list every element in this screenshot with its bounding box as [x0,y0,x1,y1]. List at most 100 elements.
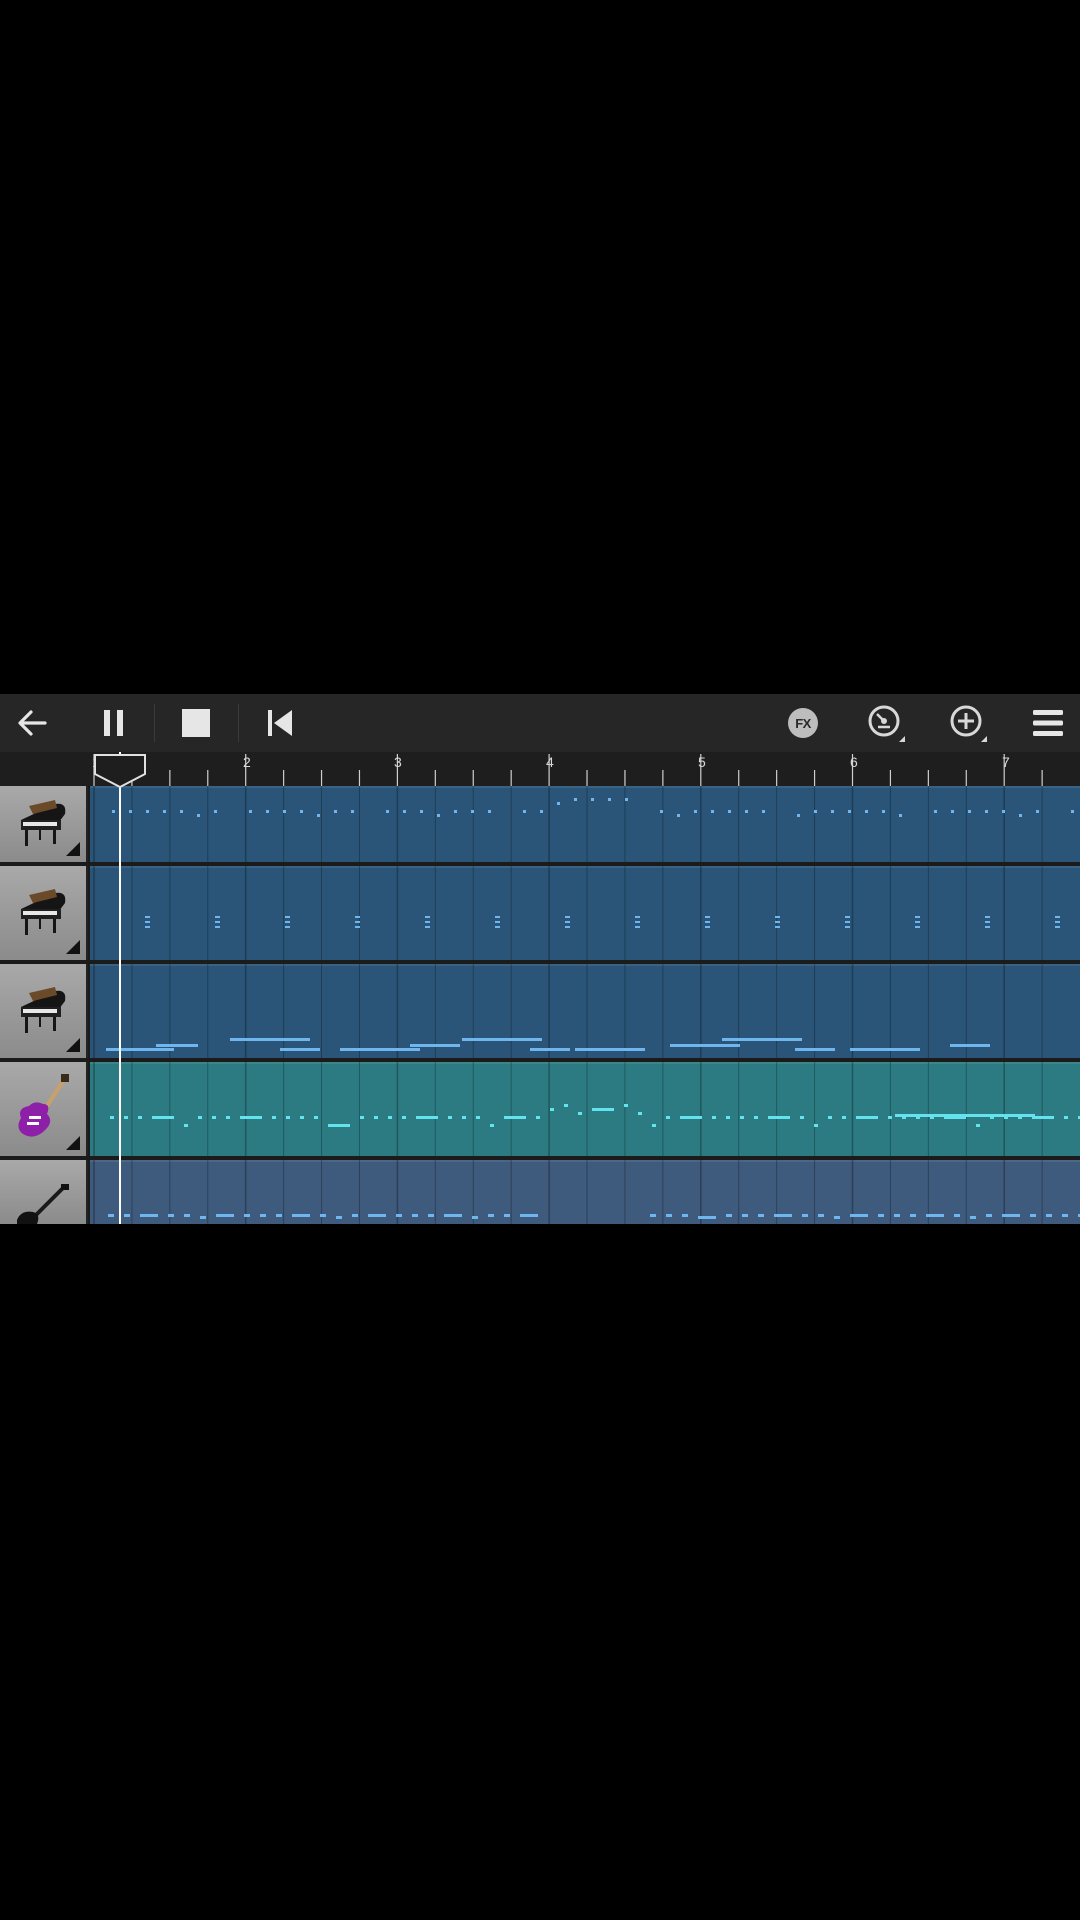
note [355,916,360,918]
note [578,1112,582,1115]
track-header[interactable] [0,786,88,862]
note [608,798,611,801]
note [244,1214,250,1217]
timeline-ruler[interactable]: 1 2 3 4 5 6 7 [0,752,1080,787]
note [624,1104,628,1107]
note [934,810,937,813]
track-header[interactable] [0,866,88,960]
grand-piano-icon [21,987,66,1033]
note [910,1214,916,1217]
arrow-left-icon [18,710,47,736]
note [355,926,360,928]
note [1002,810,1005,813]
playhead-marker[interactable] [94,754,146,788]
bar-number: 4 [546,754,554,770]
note [504,1116,526,1119]
track-row [0,1062,1080,1156]
note [476,1116,480,1119]
note [140,1214,158,1217]
note [1071,810,1074,813]
note [768,1116,790,1119]
note [388,1116,392,1119]
note [712,1116,716,1119]
note [985,921,990,923]
note [410,1044,460,1047]
track-clip[interactable] [90,866,1080,960]
note [124,1214,130,1217]
track-options-corner[interactable] [66,842,80,856]
note [711,810,714,813]
track-options-corner[interactable] [66,940,80,954]
stop-icon [182,709,210,737]
note [705,921,710,923]
note [565,926,570,928]
metronome-icon [868,705,905,742]
note [754,1116,758,1119]
note [292,1214,310,1217]
note [152,1116,174,1119]
pause-icon [104,710,123,736]
note [1055,916,1060,918]
plus-circle-icon [950,705,987,742]
note [592,1108,614,1111]
note [437,814,440,817]
grand-piano-icon [21,800,66,846]
note [472,1216,478,1219]
track-header[interactable] [0,964,88,1058]
note [112,810,115,813]
back-button[interactable] [6,694,58,752]
note [845,921,850,923]
note [110,1116,114,1119]
track-options-corner[interactable] [66,1038,80,1052]
note [680,1116,702,1119]
note [428,1214,434,1217]
note [986,1214,992,1217]
note [638,1112,642,1115]
track-clip[interactable] [90,786,1080,862]
track-header[interactable] [0,1062,88,1156]
note [471,810,474,813]
track-options-corner[interactable] [66,1136,80,1150]
note [818,1214,824,1217]
note [775,916,780,918]
track-clip[interactable] [90,1062,1080,1156]
pause-button[interactable] [88,694,140,752]
menu-button[interactable] [1026,694,1070,752]
note [198,1116,202,1119]
bar-number: 2 [243,754,251,770]
note [462,1116,466,1119]
note [320,1214,326,1217]
clip-highlight [90,1062,1080,1064]
note [145,926,150,928]
note [968,810,971,813]
note [197,814,200,817]
note [574,798,577,801]
note [240,1116,262,1119]
metronome-button[interactable] [862,694,910,752]
note [775,926,780,928]
note [985,926,990,928]
note [865,810,868,813]
stop-button[interactable] [170,694,222,752]
note [660,810,663,813]
skip-to-start-icon [268,710,292,736]
fx-button[interactable]: FX [780,694,826,752]
note [230,1038,310,1041]
track-clip[interactable] [90,1160,1080,1224]
note [550,1108,554,1111]
toolbar: FX [0,694,1080,752]
note [762,810,765,813]
note [425,916,430,918]
clip-background [90,964,1080,1058]
note [156,1044,198,1047]
rewind-button[interactable] [254,694,306,752]
note [985,916,990,918]
track-clip[interactable] [90,964,1080,1058]
clip-highlight [90,786,1080,788]
note [184,1214,190,1217]
track-header[interactable] [0,1160,88,1224]
add-track-button[interactable] [944,694,992,752]
note [276,1214,282,1217]
bar-number: 6 [850,754,858,770]
note [625,798,628,801]
